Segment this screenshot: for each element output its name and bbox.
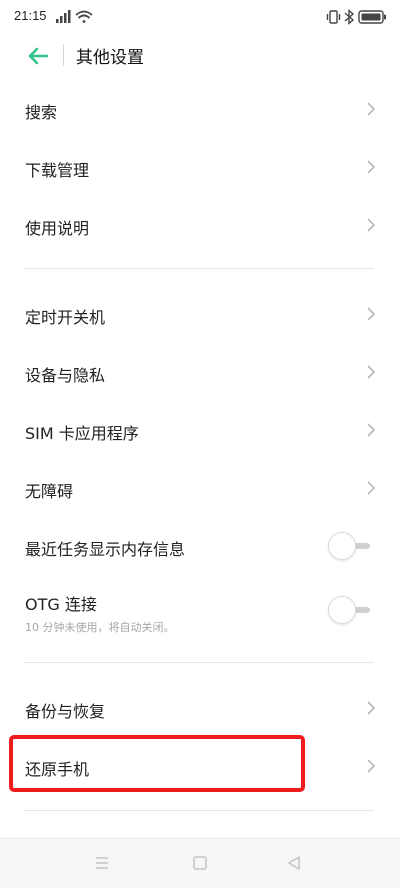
- battery-icon: [358, 10, 386, 24]
- menu-item-search[interactable]: 搜索: [0, 80, 400, 138]
- menu-item-label: OTG 连接: [25, 595, 97, 614]
- chevron-right-icon: [367, 481, 376, 495]
- section-divider: [24, 810, 374, 811]
- chevron-right-icon: [367, 307, 376, 321]
- chevron-right-icon: [367, 423, 376, 437]
- menu-item-recent-tasks-memory: 最近任务显示内存信息: [0, 517, 400, 575]
- section-divider: [24, 268, 374, 269]
- menu-item-reset-phone[interactable]: 还原手机: [0, 737, 400, 795]
- wifi-icon: [75, 10, 93, 23]
- menu-item-label: 还原手机: [25, 760, 90, 779]
- navigation-bar: [0, 838, 400, 888]
- menu-item-scheduled-power[interactable]: 定时开关机: [0, 285, 400, 343]
- chevron-right-icon: [367, 218, 376, 232]
- menu-item-label: SIM 卡应用程序: [25, 424, 139, 443]
- status-time: 21:15: [14, 8, 47, 23]
- chevron-right-icon: [367, 160, 376, 174]
- menu-icon: [96, 857, 108, 869]
- vibrate-icon: [326, 10, 341, 24]
- menu-item-label: 搜索: [25, 103, 58, 122]
- chevron-right-icon: [367, 102, 376, 116]
- chevron-right-icon: [367, 365, 376, 379]
- nav-home-button[interactable]: [190, 853, 210, 873]
- menu-item-sim-apps[interactable]: SIM 卡应用程序: [0, 401, 400, 459]
- arrow-left-icon: [28, 47, 49, 65]
- menu-item-label: 最近任务显示内存信息: [25, 540, 186, 559]
- toggle-knob: [328, 532, 356, 560]
- back-button[interactable]: [24, 42, 52, 70]
- menu-item-label: 无障碍: [25, 482, 74, 501]
- menu-item-label: 使用说明: [25, 219, 90, 238]
- nav-back-button[interactable]: [284, 853, 304, 873]
- page-title: 其他设置: [76, 48, 144, 68]
- menu-item-subtitle: 10 分钟未使用，将自动关闭。: [25, 621, 175, 634]
- home-icon: [193, 856, 207, 870]
- status-bar: 21:15: [0, 0, 400, 34]
- memory-info-toggle[interactable]: [328, 532, 374, 560]
- menu-item-label: 定时开关机: [25, 308, 106, 327]
- menu-item-download-management[interactable]: 下载管理: [0, 138, 400, 196]
- menu-item-user-guide[interactable]: 使用说明: [0, 196, 400, 254]
- bluetooth-icon: [344, 8, 355, 26]
- menu-item-label: 设备与隐私: [25, 366, 106, 385]
- toggle-knob: [328, 596, 356, 624]
- menu-item-device-privacy[interactable]: 设备与隐私: [0, 343, 400, 401]
- header: 其他设置: [0, 34, 400, 76]
- status-right-icons: [326, 8, 388, 26]
- back-triangle-icon: [288, 856, 300, 870]
- signal-icon: [56, 10, 71, 23]
- menu-item-accessibility[interactable]: 无障碍: [0, 459, 400, 517]
- nav-menu-button[interactable]: [92, 853, 112, 873]
- header-divider: [63, 44, 64, 66]
- otg-toggle[interactable]: [328, 596, 374, 624]
- status-left-icons: [56, 9, 96, 25]
- menu-item-label: 下载管理: [25, 161, 90, 180]
- chevron-right-icon: [367, 759, 376, 773]
- chevron-right-icon: [367, 701, 376, 715]
- menu-item-otg-connection: OTG 连接 10 分钟未使用，将自动关闭。: [0, 575, 400, 639]
- section-divider: [24, 662, 374, 663]
- menu-item-backup-restore[interactable]: 备份与恢复: [0, 679, 400, 737]
- menu-item-label: 备份与恢复: [25, 702, 106, 721]
